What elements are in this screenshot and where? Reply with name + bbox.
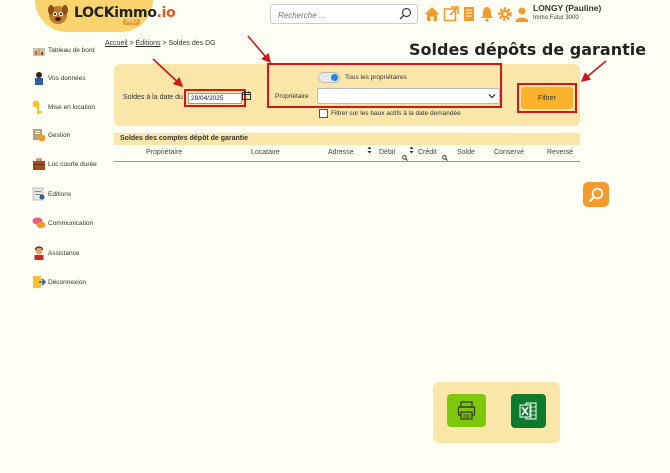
column-header-debit[interactable]: Débit xyxy=(379,149,395,156)
print-button[interactable] xyxy=(447,394,486,427)
chevron-down-icon xyxy=(488,94,496,99)
sidebar-item-vos-donnees[interactable]: Vos données xyxy=(32,70,86,86)
sidebar-item-label: Communication xyxy=(48,219,94,227)
date-highlight: 28/04/2025 xyxy=(184,89,251,107)
all-owners-toggle[interactable] xyxy=(318,72,340,83)
gestion-icon xyxy=(33,129,46,142)
owner-label: Propriétaire xyxy=(275,93,309,100)
dashboard-icon xyxy=(33,48,45,56)
column-header-reverse[interactable]: Reversé xyxy=(547,149,573,156)
sidebar-item-loc-courte-duree[interactable]: Loc courte durée xyxy=(32,156,97,172)
table-title: Soldes des comptes dépôt de garantie xyxy=(120,135,248,142)
breadcrumb-separator: > xyxy=(162,40,167,47)
user-icon[interactable] xyxy=(514,6,530,22)
search-icon[interactable] xyxy=(399,7,412,20)
sidebar-item-label: Vos données xyxy=(48,74,86,82)
chat-icon xyxy=(32,217,46,229)
home-icon[interactable] xyxy=(424,6,440,22)
search-box[interactable] xyxy=(270,4,418,24)
sidebar-item-label: Loc courte durée xyxy=(48,160,97,168)
arrow-to-owner xyxy=(247,35,272,64)
filter-button[interactable]: Filtrer xyxy=(521,87,573,109)
column-header-locataire[interactable]: Locataire xyxy=(251,149,280,156)
sidebar-item-label: Gestion xyxy=(48,131,71,139)
search-input[interactable] xyxy=(276,7,398,23)
sidebar-item-editions[interactable]: Editions xyxy=(32,186,71,202)
breadcrumb-editions[interactable]: Éditions xyxy=(136,40,161,47)
column-header-solde[interactable]: Solde xyxy=(457,149,475,156)
column-header-conserve[interactable]: Conservé xyxy=(494,149,524,156)
logo-main: LOCKimmo xyxy=(74,5,157,21)
active-leases-label: Filtrer sur les baux actifs à la date de… xyxy=(331,110,461,117)
column-header-credit[interactable]: Crédit xyxy=(418,149,437,156)
page-title: Soldes dépôts de garantie xyxy=(409,40,647,59)
sort-icon[interactable] xyxy=(409,146,414,154)
breadcrumb: Accueil > Éditions > Soldes des DG xyxy=(105,40,216,47)
breadcrumb-current: Soldes des DG xyxy=(168,40,216,47)
logo-badge: PRO xyxy=(123,19,140,25)
table-title-bar: Soldes des comptes dépôt de garantie xyxy=(114,133,580,145)
user-name[interactable]: LONGY (Pauline) xyxy=(533,3,601,13)
gear-icon[interactable] xyxy=(497,6,513,22)
column-header-adresse[interactable]: Adresse xyxy=(328,149,354,156)
excel-export-button[interactable] xyxy=(511,394,546,428)
active-leases-checkbox[interactable] xyxy=(319,109,328,118)
user-organization: Immo Futur 3000 xyxy=(533,15,579,21)
arrow-to-filter xyxy=(580,60,607,83)
logout-icon xyxy=(33,276,46,288)
editions-icon xyxy=(32,187,45,201)
sidebar-item-deconnexion[interactable]: Déconnexion xyxy=(32,274,86,290)
search-icon xyxy=(588,187,604,203)
active-leases-filter[interactable]: Filtrer sur les baux actifs à la date de… xyxy=(319,109,461,118)
table-divider xyxy=(114,161,580,162)
sidebar-item-label: Mise en location xyxy=(48,103,95,111)
breadcrumb-separator: > xyxy=(129,40,134,47)
sidebar-item-communication[interactable]: Communication xyxy=(32,215,93,231)
calendar-icon[interactable] xyxy=(242,91,251,100)
sidebar-item-assistance[interactable]: Assistance xyxy=(32,245,79,261)
external-link-icon[interactable] xyxy=(443,6,459,22)
sidebar-item-label: Editions xyxy=(48,190,72,198)
document-icon[interactable] xyxy=(461,6,477,22)
breadcrumb-home[interactable]: Accueil xyxy=(105,40,128,47)
column-header-proprietaire[interactable]: Propriétaire xyxy=(146,149,182,156)
toggle-knob xyxy=(331,74,338,81)
owner-select[interactable] xyxy=(317,88,500,104)
date-input[interactable]: 28/04/2025 xyxy=(188,93,242,104)
user-data-icon xyxy=(35,72,43,85)
excel-icon xyxy=(519,402,537,420)
filter-button-highlight: Filtrer xyxy=(517,83,577,113)
sidebar-item-label: Tableau de bord xyxy=(48,46,95,54)
logo-dog-icon xyxy=(48,5,68,24)
printer-icon xyxy=(457,401,476,420)
logo-suffix: .io xyxy=(156,5,176,21)
sidebar-item-mise-en-location[interactable]: Mise en location xyxy=(32,99,95,115)
all-owners-label: Tous les propriétaires xyxy=(345,74,407,81)
bell-icon[interactable] xyxy=(479,6,495,22)
sidebar-item-gestion[interactable]: Gestion xyxy=(32,127,70,143)
date-label: Soldes à la date du xyxy=(123,94,183,101)
sidebar-item-label: Déconnexion xyxy=(48,278,86,286)
toggle-search-button[interactable] xyxy=(583,182,609,207)
sort-icon[interactable] xyxy=(367,146,372,154)
key-icon xyxy=(32,100,42,114)
suitcase-icon xyxy=(33,158,45,170)
assistance-icon xyxy=(34,246,44,260)
sidebar-item-dashboard[interactable]: Tableau de bord xyxy=(32,42,95,58)
sidebar-item-label: Assistance xyxy=(48,249,80,257)
